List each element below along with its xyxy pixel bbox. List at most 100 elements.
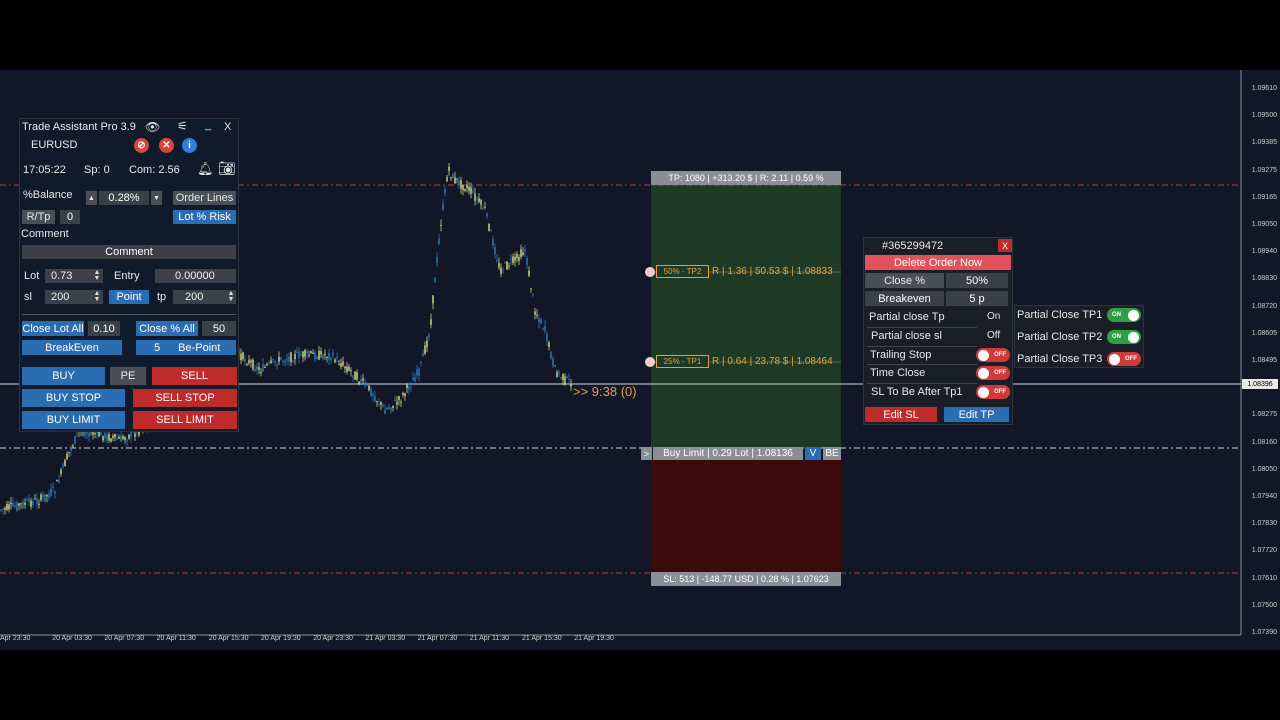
- candle-body: [414, 377, 416, 382]
- r-tp-button[interactable]: R/Tp: [22, 210, 55, 224]
- entry-label: Entry: [114, 270, 140, 282]
- candle-body: [520, 249, 522, 257]
- candle-body: [362, 378, 364, 381]
- tp1-tag[interactable]: 25% - TP1: [656, 355, 709, 368]
- breakeven-input[interactable]: 5 p: [946, 291, 1008, 306]
- minimize-button[interactable]: _: [205, 119, 211, 131]
- pe-button[interactable]: PE: [110, 367, 146, 385]
- buy-button[interactable]: BUY: [22, 367, 105, 385]
- sl-line-label[interactable]: SL: 513 | -148.77 USD | 0.28 % | 1.07623: [651, 572, 841, 586]
- order-arrow-button[interactable]: >: [641, 447, 652, 460]
- buy-stop-button[interactable]: BUY STOP: [22, 389, 125, 407]
- bell-icon[interactable]: 🔔︎: [197, 161, 214, 177]
- close-all-icon[interactable]: ✕: [159, 138, 174, 153]
- breakeven-button[interactable]: BreakEven: [22, 340, 122, 355]
- broom-icon[interactable]: ⚟: [177, 119, 188, 133]
- close-button[interactable]: X: [224, 121, 231, 133]
- candle-body: [240, 353, 242, 361]
- trailing-stop-toggle[interactable]: OFF: [976, 348, 1010, 362]
- tp-spinner[interactable]: ▲ ▼: [227, 290, 235, 303]
- partial-close-tp-value[interactable]: On: [987, 311, 1000, 322]
- candle-body: [24, 502, 26, 505]
- candle-body: [500, 267, 502, 274]
- candle-body: [420, 361, 422, 364]
- entry-input[interactable]: 0.00000: [155, 269, 236, 283]
- candle-body: [104, 433, 106, 438]
- risk-input[interactable]: 0.28%: [99, 191, 149, 205]
- sell-stop-button[interactable]: SELL STOP: [133, 389, 237, 407]
- candle-body: [332, 352, 334, 356]
- partial-close-sl-value[interactable]: Off: [987, 330, 1000, 341]
- candle-body: [62, 464, 64, 468]
- partial-close-tp3-toggle[interactable]: OFF: [1107, 352, 1141, 366]
- candle-body: [364, 382, 366, 386]
- candle-body: [454, 177, 456, 184]
- candle-body: [452, 173, 454, 179]
- candle-body: [504, 262, 506, 264]
- candle-body: [476, 198, 478, 200]
- candle-body: [298, 351, 300, 359]
- candle-body: [418, 368, 420, 377]
- order-lines-button[interactable]: Order Lines: [173, 191, 236, 205]
- order-line-label[interactable]: Buy Limit | 0.29 Lot | 1.08136: [653, 447, 803, 460]
- candle-body: [46, 494, 48, 497]
- camera-icon[interactable]: 📷︎: [218, 160, 236, 177]
- candle-body: [474, 193, 476, 201]
- lot-risk-button[interactable]: Lot % Risk: [173, 210, 236, 224]
- time-close-toggle[interactable]: OFF: [976, 366, 1010, 380]
- edit-tp-button[interactable]: Edit TP: [944, 407, 1009, 422]
- close-pct-input[interactable]: 50%: [946, 273, 1008, 288]
- tp1-info: R | 0.64 | 23.78 $ | 1.08464: [712, 356, 833, 367]
- candle-body: [488, 223, 490, 231]
- candle-body: [262, 363, 264, 372]
- order-breakeven-button[interactable]: BE: [823, 447, 841, 460]
- close-pct-button[interactable]: Close %: [865, 273, 944, 288]
- be-point-control[interactable]: 5 Be-Point: [136, 340, 236, 355]
- time-tick-label: 21 Apr 19:30: [574, 635, 614, 642]
- candle-body: [378, 403, 380, 405]
- r-tp-input[interactable]: 0: [60, 210, 80, 224]
- sl-be-after-tp1-toggle[interactable]: OFF: [976, 385, 1010, 399]
- candle-body: [100, 432, 102, 436]
- comment-input[interactable]: Comment: [22, 245, 236, 259]
- close-lot-all-button[interactable]: Close Lot All: [22, 321, 84, 336]
- sell-limit-button[interactable]: SELL LIMIT: [133, 411, 237, 429]
- lot-spinner[interactable]: ▲ ▼: [93, 269, 101, 282]
- candle-body: [272, 359, 274, 361]
- sl-spinner[interactable]: ▲ ▼: [93, 290, 101, 303]
- close-lot-input[interactable]: 0.10: [88, 321, 120, 336]
- candle-body: [502, 269, 504, 271]
- price-tick-label: 1.07390: [1251, 629, 1277, 636]
- tp2-handle[interactable]: [645, 267, 655, 277]
- be-point-value[interactable]: 5: [154, 342, 160, 354]
- candle-body: [342, 361, 344, 366]
- order-visibility-button[interactable]: V: [805, 447, 821, 460]
- order-panel-close-button[interactable]: X: [998, 239, 1012, 252]
- candle-body: [50, 488, 52, 496]
- info-icon[interactable]: i: [182, 138, 197, 153]
- candle-body: [384, 410, 386, 415]
- buy-limit-button[interactable]: BUY LIMIT: [22, 411, 125, 429]
- delete-order-button[interactable]: Delete Order Now: [865, 255, 1011, 270]
- partial-close-tp2-toggle[interactable]: ON: [1107, 330, 1141, 344]
- risk-up-button[interactable]: ▲: [86, 191, 97, 205]
- close-pct-input[interactable]: 50: [202, 321, 236, 336]
- risk-down-button[interactable]: ▼: [151, 191, 162, 205]
- sell-button[interactable]: SELL: [152, 367, 237, 385]
- tp2-tag[interactable]: 50% - TP2: [656, 265, 709, 278]
- time-tick-label: 21 Apr 11:30: [469, 635, 509, 642]
- close-pct-all-button[interactable]: Close % All: [136, 321, 198, 336]
- candle-body: [280, 357, 282, 360]
- candle-body: [408, 386, 410, 390]
- divider: [867, 383, 977, 384]
- tp-line-label[interactable]: TP: 1080 | +313.20 $ | R: 2.11 | 0.59 %: [651, 171, 841, 185]
- order-ticket: #365299472: [882, 240, 944, 252]
- edit-sl-button[interactable]: Edit SL: [865, 407, 937, 422]
- candle-body: [70, 447, 72, 451]
- point-button[interactable]: Point: [109, 290, 149, 304]
- tp1-handle[interactable]: [645, 357, 655, 367]
- eye-icon[interactable]: 👁: [145, 120, 160, 134]
- partial-close-tp1-toggle[interactable]: ON: [1107, 308, 1141, 322]
- delete-orders-icon[interactable]: ⊘: [134, 138, 149, 153]
- order-panel: #365299472 X Delete Order Now Close % 50…: [863, 237, 1013, 425]
